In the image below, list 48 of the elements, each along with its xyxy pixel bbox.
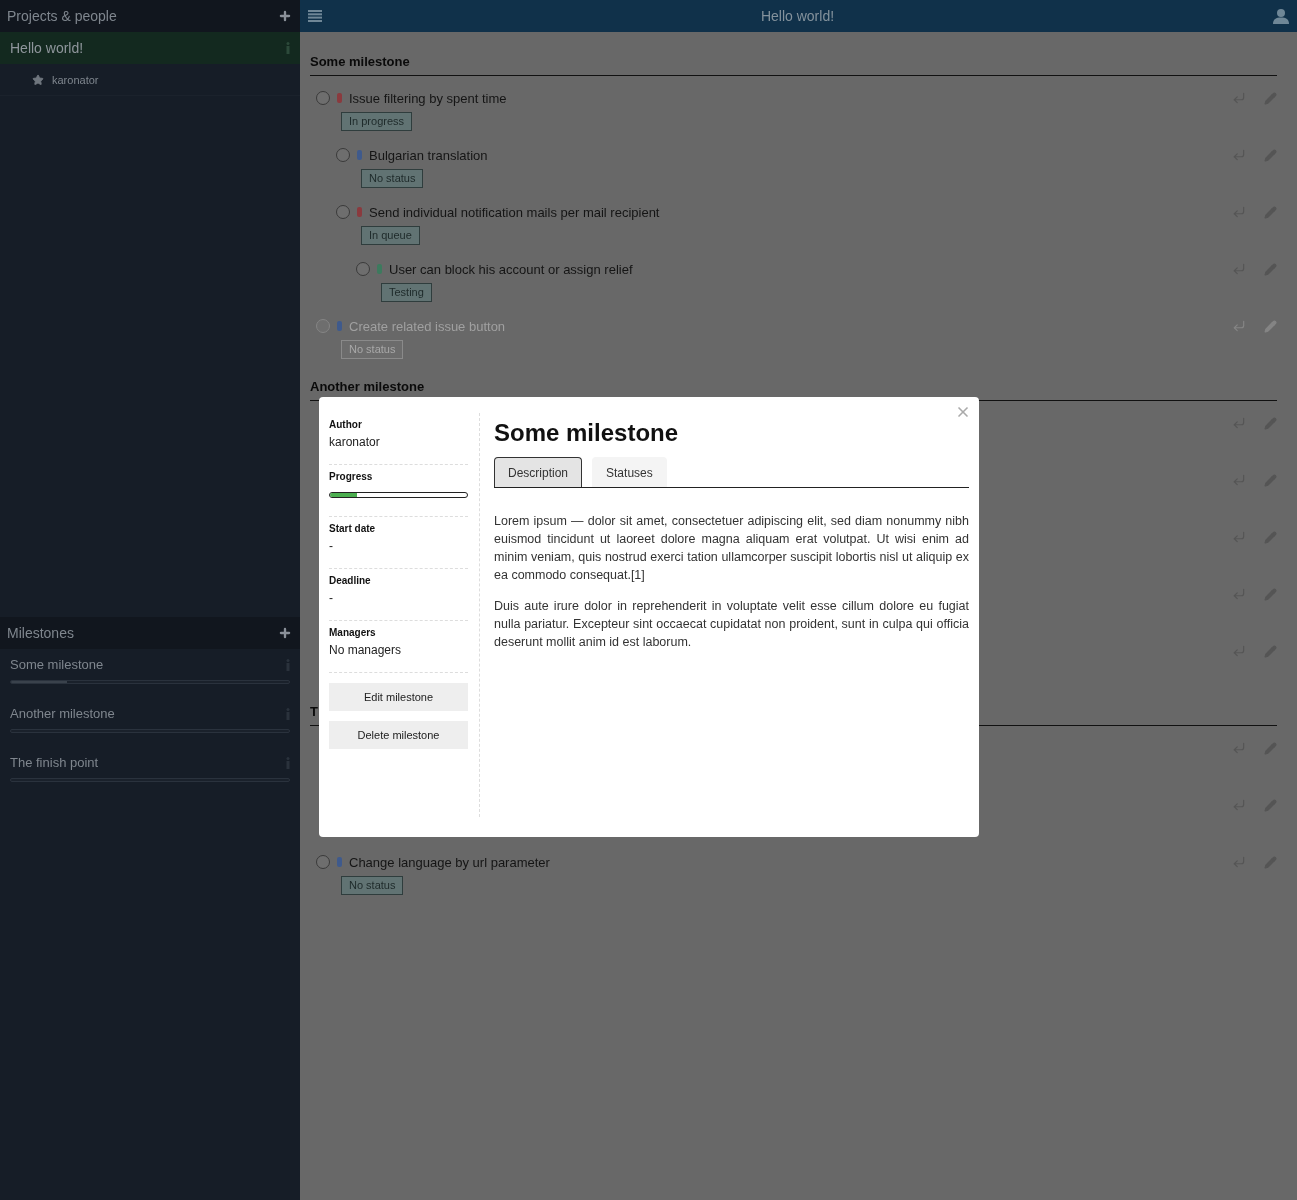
panel-title: Milestones (7, 625, 74, 641)
complete-radio[interactable] (316, 855, 330, 869)
milestone-heading: Some milestone (310, 51, 1277, 76)
milestone-name[interactable]: The finish point (10, 755, 99, 770)
issue-title[interactable]: Issue filtering by spent time (349, 90, 507, 106)
milestone-name[interactable]: Some milestone (10, 657, 104, 672)
field-value: - (329, 539, 334, 553)
complete-radio[interactable] (336, 205, 350, 219)
close-icon[interactable] (955, 404, 971, 420)
status-tag: In progress (341, 112, 413, 131)
complete-radio[interactable] (316, 91, 330, 105)
dialog-title: Some milestone (494, 419, 680, 447)
field-value: No managers (329, 643, 403, 657)
action-button[interactable]: Delete milestone (329, 721, 468, 749)
action-button[interactable]: Edit milestone (329, 683, 468, 711)
tab[interactable]: Description (494, 457, 583, 487)
member-name[interactable]: karonator (52, 73, 99, 86)
field-label: Progress (329, 471, 374, 482)
info-icon[interactable] (286, 42, 290, 54)
issue-title[interactable]: Send individual notification mails per mail recipient (369, 204, 660, 220)
add-icon[interactable] (278, 626, 292, 640)
description-paragraph: Duis aute irure dolor in reprehenderit in voluptate velit esse cillum dolore eu fugiat nulla pariatur. Excepteur sint occaecat cupidatat non proident, sunt in culpa qui officia deserunt mollit anim id est laborum. (494, 598, 969, 651)
add-icon[interactable] (278, 9, 292, 23)
field-value: - (329, 591, 334, 605)
project-item[interactable]: Hello world! (0, 32, 300, 64)
tab[interactable]: Statuses (592, 457, 667, 487)
description-paragraph: Lorem ipsum — dolor sit amet, consectetuer adipiscing elit, sed diam nonummy nibh euismod tincidunt ut laoreet dolore magna aliquam erat volutpat. Ut wisi enim ad minim veniam, quis nostrud exerci tation ullamcorper suscipit lobortis nisl ut aliquip ex ea commodo consequat.[1] (494, 513, 969, 584)
issue-title[interactable]: User can block his account or assign relief (389, 261, 633, 277)
star-icon (32, 73, 44, 86)
menu-icon[interactable] (308, 10, 322, 22)
field-label: Author (329, 419, 363, 430)
field-label: Start date (329, 523, 377, 534)
milestone-name[interactable]: Another milestone (10, 706, 115, 721)
status-tag: No status (361, 169, 424, 188)
status-tag: No status (341, 876, 404, 895)
page-title: Hello world! (760, 8, 835, 24)
issue-title[interactable]: Change language by url parameter (349, 854, 550, 870)
field-value: karonator (329, 435, 381, 449)
panel-title: Projects & people (7, 8, 117, 24)
field-label: Deadline (329, 575, 372, 586)
complete-radio[interactable] (356, 262, 370, 276)
user-icon[interactable] (1273, 8, 1289, 24)
status-tag: Testing (381, 283, 432, 302)
field-label: Managers (329, 627, 377, 638)
issue-title[interactable]: Bulgarian translation (369, 147, 488, 163)
status-tag: In queue (361, 226, 420, 245)
complete-radio[interactable] (336, 148, 350, 162)
status-tag: No status (341, 340, 404, 359)
